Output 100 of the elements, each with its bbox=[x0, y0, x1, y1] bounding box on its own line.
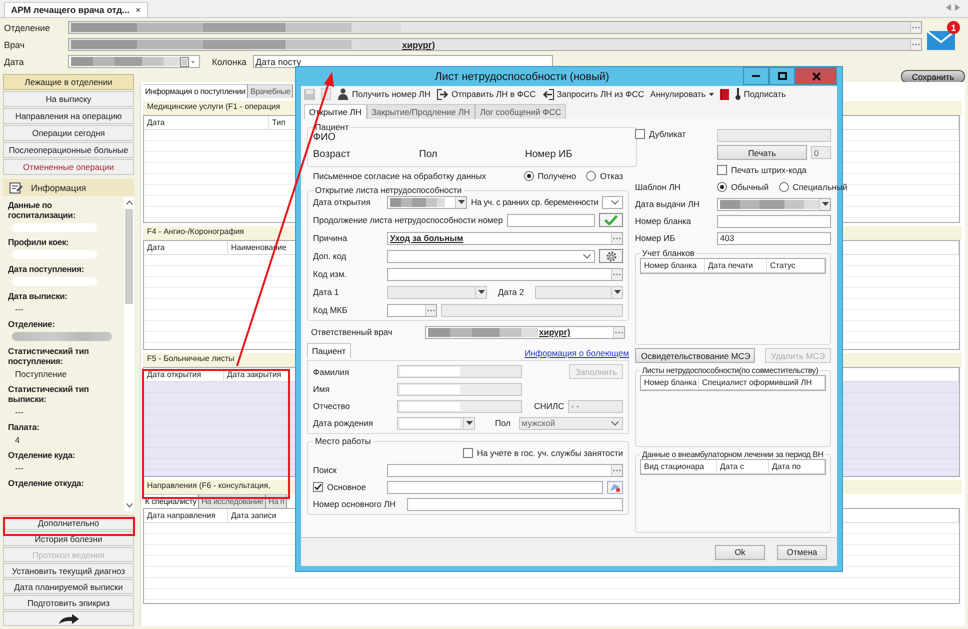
field-label: Доп. код bbox=[313, 251, 348, 261]
column-header[interactable]: Специалист оформивший ЛН bbox=[699, 376, 825, 389]
scrollbar[interactable] bbox=[124, 197, 134, 511]
input-field[interactable] bbox=[387, 268, 623, 280]
column-header[interactable]: Дата направления bbox=[144, 509, 228, 522]
chevron-down-icon[interactable] bbox=[611, 200, 619, 204]
input-field[interactable] bbox=[506, 214, 595, 226]
info-label: Данные по госпитализации: bbox=[8, 200, 76, 220]
browse-button[interactable] bbox=[611, 268, 622, 280]
nav-button[interactable]: Направления на операцию bbox=[3, 108, 134, 124]
import-icon bbox=[542, 88, 554, 100]
browse-button[interactable] bbox=[425, 304, 436, 316]
dropdown-button[interactable] bbox=[819, 198, 830, 210]
radio-button[interactable]: Отказ bbox=[586, 171, 623, 181]
scroll-up-icon[interactable] bbox=[126, 200, 132, 205]
checkbox[interactable]: Основное bbox=[313, 482, 366, 492]
action-button[interactable]: Подготовить эпикриз bbox=[3, 595, 134, 610]
field-label: Врач bbox=[4, 40, 26, 50]
input-field[interactable]: хирург) bbox=[68, 38, 922, 51]
input-field[interactable] bbox=[717, 198, 831, 210]
column-header[interactable]: Номер бланка bbox=[641, 259, 705, 272]
toolbar-button[interactable]: Аннулировать bbox=[650, 89, 714, 99]
nav-button[interactable]: Послеоперационные больные bbox=[3, 142, 134, 158]
document-tab[interactable]: АРМ лечащего врача отд... × bbox=[4, 2, 148, 17]
dropdown-button[interactable] bbox=[455, 196, 466, 208]
tab[interactable]: Информация о поступлении bbox=[143, 84, 248, 98]
nav-button[interactable]: Операции сегодня bbox=[3, 125, 134, 141]
minimize-button[interactable] bbox=[743, 67, 769, 85]
input-field[interactable]: Уход за больным bbox=[387, 232, 623, 244]
radio-button[interactable]: Обычный bbox=[717, 182, 769, 192]
action-button[interactable]: Установить текущий диагноз bbox=[3, 563, 134, 578]
ok-button[interactable]: Ok bbox=[715, 544, 765, 560]
scroll-thumb[interactable] bbox=[125, 209, 133, 304]
input-field[interactable]: 403 bbox=[717, 232, 831, 244]
tab[interactable]: Врачебные bbox=[248, 84, 294, 98]
input-field[interactable]: хирург) bbox=[425, 326, 625, 338]
input-field[interactable] bbox=[387, 480, 603, 494]
browse-button[interactable] bbox=[613, 326, 624, 338]
checkbox[interactable]: На учете в гос. уч. службы занятости bbox=[462, 448, 623, 458]
column-header[interactable]: Статус bbox=[767, 259, 825, 272]
column-header[interactable]: Дата печати bbox=[705, 259, 767, 272]
scroll-right-icon[interactable] bbox=[955, 4, 960, 11]
exam-button[interactable]: Освидетельствование МСЭ bbox=[635, 348, 755, 363]
save-button[interactable]: Сохранить bbox=[901, 70, 965, 83]
input-field[interactable] bbox=[602, 196, 623, 208]
browse-button[interactable] bbox=[910, 22, 921, 33]
settings-button[interactable] bbox=[599, 249, 623, 263]
forward-button[interactable] bbox=[3, 611, 134, 626]
column-header[interactable]: Дата bbox=[144, 116, 269, 129]
nav-button[interactable]: Лежащие в отделении bbox=[3, 74, 134, 90]
ellipsis-icon bbox=[613, 468, 621, 472]
scroll-left-icon[interactable] bbox=[946, 4, 951, 11]
input-field[interactable] bbox=[387, 464, 623, 476]
input-field[interactable] bbox=[387, 196, 467, 208]
scroll-down-icon[interactable] bbox=[126, 503, 132, 508]
maximize-button[interactable] bbox=[769, 67, 795, 85]
info-value: --- bbox=[14, 407, 24, 417]
browse-button[interactable] bbox=[910, 39, 921, 50]
calendar-icon[interactable] bbox=[180, 56, 196, 66]
column-header[interactable]: Дата bbox=[144, 241, 228, 254]
check-icon bbox=[604, 215, 618, 225]
field-label: Дата рождения bbox=[313, 418, 374, 428]
cancel-button[interactable]: Отмена bbox=[777, 544, 827, 560]
close-tab-button[interactable]: × bbox=[136, 5, 141, 15]
input-field[interactable] bbox=[407, 498, 623, 510]
nav-button[interactable]: Отмененные операции bbox=[3, 159, 134, 175]
checkbox[interactable]: Дубликат bbox=[635, 129, 686, 139]
ellipsis-icon bbox=[427, 308, 435, 312]
toolbar-button[interactable]: Отправить ЛН в ФСС bbox=[436, 88, 536, 100]
input-field[interactable] bbox=[717, 214, 831, 228]
print-button[interactable]: Печать bbox=[717, 145, 807, 160]
browse-button[interactable] bbox=[611, 464, 622, 476]
toolbar-icon[interactable] bbox=[720, 88, 729, 100]
column-header[interactable]: Дата с bbox=[717, 460, 769, 473]
column-header[interactable]: Дата открытия bbox=[144, 368, 224, 381]
edit-button[interactable] bbox=[607, 480, 623, 494]
envelope-icon bbox=[609, 482, 621, 492]
checkbox[interactable]: Печать штрих-кода bbox=[717, 165, 807, 175]
tab[interactable]: Закрытие/Продление ЛН bbox=[366, 104, 475, 119]
input-field[interactable] bbox=[68, 55, 200, 68]
info-label: Статистический тип выписки: bbox=[8, 384, 90, 404]
input-field[interactable] bbox=[387, 250, 595, 262]
browse-button[interactable] bbox=[611, 232, 622, 244]
chevron-down-icon[interactable] bbox=[583, 254, 591, 258]
column-header[interactable]: Вид стационара bbox=[641, 460, 717, 473]
radio-button[interactable]: Получено bbox=[524, 171, 576, 181]
toolbar-button[interactable]: Подписать bbox=[734, 88, 786, 100]
info-value: Поступление bbox=[14, 369, 68, 379]
input-field[interactable] bbox=[68, 21, 922, 34]
toolbar-button[interactable]: Запросить ЛН из ФСС bbox=[542, 88, 644, 100]
nav-button[interactable]: На выписку bbox=[3, 91, 134, 107]
tab[interactable]: Лог сообщений ФСС bbox=[474, 104, 566, 119]
close-button[interactable] bbox=[795, 67, 837, 85]
column-header[interactable]: Номер бланка bbox=[641, 376, 699, 389]
confirm-button[interactable] bbox=[599, 213, 623, 227]
input-field[interactable] bbox=[387, 304, 437, 316]
toolbar-button[interactable]: Получить номер ЛН bbox=[337, 88, 431, 100]
action-button[interactable]: Дата планируемой выписки bbox=[3, 579, 134, 594]
column-header[interactable]: Дата по bbox=[769, 460, 825, 473]
tab[interactable]: Пациент bbox=[307, 343, 351, 358]
